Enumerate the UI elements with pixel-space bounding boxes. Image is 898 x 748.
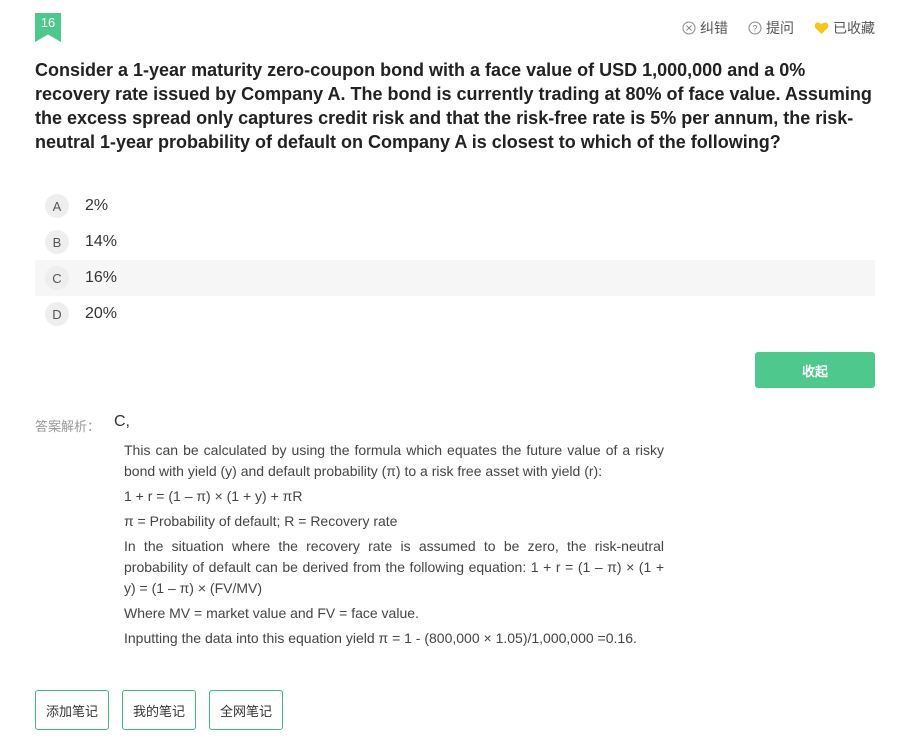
- explanation-paragraph: Where MV = market value and FV = face va…: [124, 605, 419, 621]
- question-text: Consider a 1-year maturity zero-coupon b…: [35, 60, 872, 152]
- answer-analysis-label: 答案解析：: [35, 419, 101, 434]
- option-text: 20%: [85, 305, 118, 322]
- option-a[interactable]: A 2%: [35, 188, 875, 224]
- svg-text:?: ?: [752, 24, 757, 34]
- explanation-paragraph: 1 + r = (1 – π) × (1 + y) + πR: [124, 488, 303, 504]
- my-notes-button[interactable]: 我的笔记: [122, 690, 197, 730]
- explanation-paragraph: This can be calculated by using the form…: [124, 442, 664, 479]
- notes-bar: 添加笔记 我的笔记 全网笔记: [35, 690, 284, 730]
- option-c[interactable]: C 16%: [35, 260, 875, 296]
- favorite-label: 已收藏: [833, 20, 875, 36]
- option-letter: C: [45, 266, 69, 290]
- add-note-button[interactable]: 添加笔记: [35, 690, 110, 730]
- option-d[interactable]: D 20%: [35, 296, 875, 332]
- report-error-label: 纠错: [700, 20, 728, 36]
- option-text: 2%: [85, 197, 109, 214]
- close-circle-icon: [682, 21, 696, 35]
- option-letter: B: [45, 230, 69, 254]
- answer-value: C,: [114, 413, 130, 430]
- report-error-button[interactable]: 纠错: [682, 18, 728, 38]
- explanation-paragraph: In the situation where the recovery rate…: [124, 538, 664, 596]
- heart-icon: [814, 21, 829, 35]
- option-text: 16%: [85, 269, 118, 286]
- question-toolbar: 纠错 ? 提问 已收藏: [682, 18, 875, 38]
- explanation-block: This can be calculated by using the form…: [124, 440, 664, 653]
- option-text: 14%: [85, 233, 118, 250]
- question-circle-icon: ?: [748, 21, 762, 35]
- favorite-button[interactable]: 已收藏: [814, 18, 875, 38]
- all-notes-button[interactable]: 全网笔记: [209, 690, 284, 730]
- collapse-button[interactable]: 收起: [755, 352, 875, 388]
- option-letter: A: [45, 194, 69, 218]
- explanation-paragraph: π = Probability of default; R = Recovery…: [124, 513, 398, 529]
- question-number-badge: 16: [35, 13, 61, 42]
- explanation-paragraph: Inputting the data into this equation yi…: [124, 630, 637, 646]
- ask-question-button[interactable]: ? 提问: [748, 18, 794, 38]
- option-letter: D: [45, 302, 69, 326]
- ask-question-label: 提问: [766, 20, 794, 36]
- option-b[interactable]: B 14%: [35, 224, 875, 260]
- options-list: A 2% B 14% C 16% D 20%: [35, 188, 875, 332]
